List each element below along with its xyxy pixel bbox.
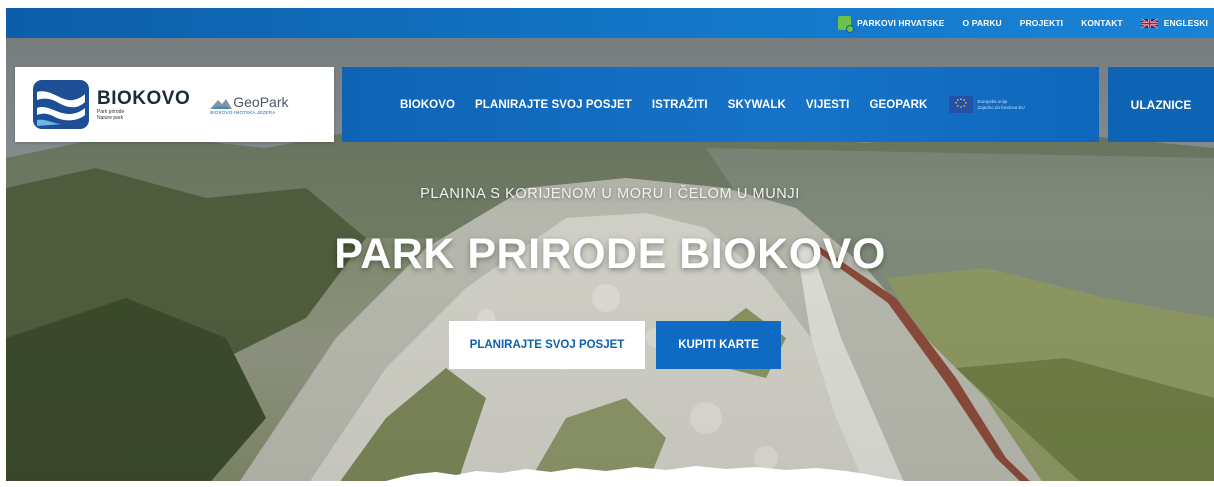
biokovo-logo-icon: [33, 80, 89, 129]
geopark-logo: GeoPark BIOKOVO-IMOTSKA JEZERA: [210, 95, 288, 115]
top-utility-bar: PARKOVI HRVATSKE O PARKU PROJEKTI KONTAK…: [6, 8, 1214, 38]
eu-funding-badge[interactable]: Europska unija Zajedno do fondova EU: [949, 96, 1025, 113]
topbar-link-label: O PARKU: [962, 18, 1002, 28]
nav-item-geopark[interactable]: GEOPARK: [869, 99, 927, 111]
topbar-link-parks-croatia[interactable]: PARKOVI HRVATSKE: [838, 16, 945, 33]
topbar-link-contact[interactable]: KONTAKT: [1081, 18, 1123, 28]
logo-block[interactable]: BIOKOVO Park prirode Nature park GeoPark…: [15, 67, 334, 142]
eu-flag-icon: [949, 96, 974, 113]
nav-item-skywalk[interactable]: SKYWALK: [728, 99, 786, 111]
plan-visit-button[interactable]: PLANIRAJTE SVOJ POSJET: [449, 321, 645, 369]
hero-headline: PARK PRIRODE BIOKOVO: [334, 230, 886, 278]
geopark-title: GeoPark: [233, 93, 289, 110]
topbar-link-label: KONTAKT: [1081, 18, 1123, 28]
topbar-link-label: PARKOVI HRVATSKE: [857, 18, 945, 28]
geopark-subtitle: BIOKOVO-IMOTSKA JEZERA: [210, 109, 276, 115]
logo-text-block: BIOKOVO Park prirode Nature park: [97, 87, 191, 121]
nav-item-explore[interactable]: ISTRAŽITI: [652, 99, 708, 111]
topbar-link-about[interactable]: O PARKU: [963, 18, 1002, 28]
tickets-button[interactable]: ULAZNICE: [1108, 67, 1214, 142]
geopark-mountain-icon: [210, 98, 233, 109]
uk-flag-icon: [1140, 17, 1158, 29]
topbar-link-label: ENGLESKI: [1163, 18, 1208, 28]
topbar-link-language[interactable]: ENGLESKI: [1140, 17, 1208, 29]
nav-item-plan-visit[interactable]: PLANIRAJTE SVOJ POSJET: [475, 99, 632, 111]
torn-paper-edge: [6, 466, 1214, 487]
main-navigation: BIOKOVO PLANIRAJTE SVOJ POSJET ISTRAŽITI…: [342, 67, 1099, 142]
hero-button-row: PLANIRAJTE SVOJ POSJET KUPITI KARTE: [449, 321, 781, 369]
topbar-link-label: PROJEKTI: [1019, 18, 1064, 28]
geopark-title-row: GeoPark: [210, 95, 288, 109]
eu-text-line2: Zajedno do fondova EU: [977, 104, 1025, 110]
nav-item-news[interactable]: VIJESTI: [806, 99, 850, 111]
logo-subtitle-en: Nature park: [97, 114, 124, 121]
topbar-link-projects[interactable]: PROJEKTI: [1020, 18, 1063, 28]
nav-item-biokovo[interactable]: BIOKOVO: [400, 99, 455, 111]
parks-croatia-icon: [838, 16, 855, 33]
eu-text-block: Europska unija Zajedno do fondova EU: [977, 99, 1024, 111]
logo-title: BIOKOVO: [97, 87, 191, 109]
hero-tagline: PLANINA S KORIJENOM U MORU I ČELOM U MUN…: [420, 186, 800, 202]
page-frame: PARKOVI HRVATSKE O PARKU PROJEKTI KONTAK…: [6, 8, 1214, 487]
buy-tickets-button[interactable]: KUPITI KARTE: [656, 321, 781, 369]
